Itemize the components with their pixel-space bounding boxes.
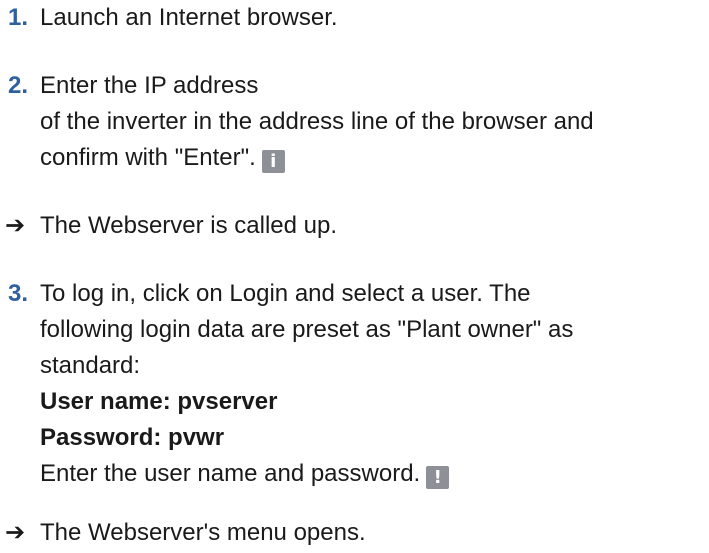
info-icon: i	[261, 150, 285, 173]
login-username: User name: pvserver	[40, 388, 278, 415]
step-text: following login data are preset as "Plan…	[40, 316, 574, 343]
step-number: 3.	[8, 280, 29, 307]
step-text: Launch an Internet browser.	[40, 4, 338, 31]
step-text: of the inverter in the address line of t…	[40, 108, 594, 135]
result-text: The Webserver is called up.	[40, 212, 338, 239]
step-text: standard:	[40, 352, 141, 379]
step-text: Enter the IP address	[40, 72, 259, 99]
login-password: Password: pvwr	[40, 424, 225, 451]
step-text: confirm with "Enter".	[40, 144, 256, 171]
arrow-right-icon: ➔	[5, 519, 26, 546]
step-number: 2.	[8, 72, 29, 99]
warning-icon: !	[426, 466, 450, 489]
step-text: To log in, click on Login and select a u…	[40, 280, 531, 307]
arrow-right-icon: ➔	[5, 212, 26, 239]
result-text: The Webserver's menu opens.	[40, 519, 366, 546]
step-number: 1.	[8, 4, 29, 31]
step-text: Enter the user name and password.	[40, 460, 421, 487]
